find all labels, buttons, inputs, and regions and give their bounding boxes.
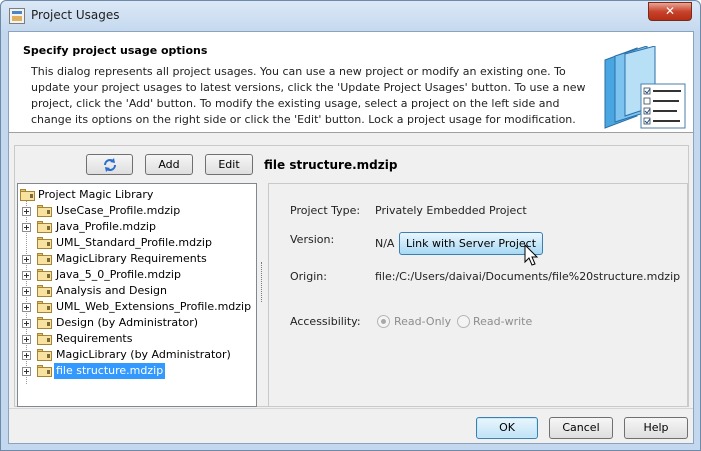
expand-icon[interactable] (22, 303, 31, 312)
header-description: This dialog represents all project usage… (31, 65, 586, 126)
accessibility-label: Accessibility: (290, 315, 361, 328)
tree-item-label: MagicLibrary Requirements (56, 252, 207, 265)
close-button[interactable]: ✕ (648, 2, 692, 21)
tree-item[interactable]: UseCase_Profile.mdzip (18, 203, 256, 219)
tree-item-label: Analysis and Design (56, 284, 167, 297)
folder-icon (37, 301, 52, 313)
tree-item-label: file structure.mdzip (54, 363, 166, 379)
version-label: Version: (290, 233, 335, 246)
edit-button[interactable]: Edit (205, 154, 253, 175)
usage-properties-panel: Project Type: Privately Embedded Project… (268, 183, 688, 407)
project-usage-illustration-icon (604, 46, 686, 129)
folder-icon (37, 221, 52, 233)
tree-item[interactable]: UML_Web_Extensions_Profile.mdzip (18, 299, 256, 315)
header-title: Specify project usage options (23, 44, 208, 57)
origin-label: Origin: (290, 270, 327, 283)
folder-icon (37, 269, 52, 281)
tree-item-label: Java_5_0_Profile.mdzip (56, 268, 181, 281)
read-only-radio[interactable] (377, 315, 390, 328)
title-bar[interactable]: Project Usages ✕ (1, 1, 700, 31)
selected-project-name: file structure.mdzip (264, 158, 398, 172)
tree-item[interactable]: Requirements (18, 331, 256, 347)
ok-button[interactable]: OK (476, 417, 538, 439)
folder-icon (37, 365, 52, 377)
folder-icon (37, 333, 52, 345)
project-usages-dialog: Project Usages ✕ Specify project usage o… (0, 0, 701, 451)
tree-item-label: UML_Standard_Profile.mdzip (56, 236, 212, 249)
cancel-button[interactable]: Cancel (549, 417, 613, 439)
expand-icon[interactable] (22, 255, 31, 264)
folder-icon (37, 237, 52, 249)
tree-item-label: UML_Web_Extensions_Profile.mdzip (56, 300, 252, 313)
tree-item[interactable]: Design (by Administrator) (18, 315, 256, 331)
dialog-body: Specify project usage options This dialo… (8, 31, 694, 444)
tree-item-label: UseCase_Profile.mdzip (56, 204, 181, 217)
panel-splitter[interactable] (261, 262, 263, 302)
folder-icon (37, 205, 52, 217)
tree-item-label: Requirements (56, 332, 133, 345)
tree-item-label: MagicLibrary (by Administrator) (56, 348, 231, 361)
project-type-value: Privately Embedded Project (375, 204, 527, 217)
link-with-server-project-button[interactable]: Link with Server Project (399, 232, 543, 255)
tree-item-selected[interactable]: file structure.mdzip (18, 363, 256, 379)
folder-icon (37, 317, 52, 329)
folder-icon (37, 253, 52, 265)
expand-icon[interactable] (22, 271, 31, 280)
expand-icon[interactable] (22, 223, 31, 232)
dialog-header: Specify project usage options This dialo… (9, 32, 693, 133)
expand-icon[interactable] (22, 367, 31, 376)
app-icon (9, 8, 25, 24)
tree-item[interactable]: Analysis and Design (18, 283, 256, 299)
tree-item-label: Design (by Administrator) (56, 316, 199, 329)
update-project-usages-button[interactable] (86, 154, 133, 175)
tree-item[interactable]: Java_5_0_Profile.mdzip (18, 267, 256, 283)
tree-item[interactable]: UML_Standard_Profile.mdzip (18, 235, 256, 251)
folder-icon (37, 349, 52, 361)
help-button[interactable]: Help (624, 417, 688, 439)
project-usage-tree[interactable]: Project Magic Library UseCase_Profile.md… (17, 183, 257, 407)
expand-icon[interactable] (22, 351, 31, 360)
mouse-pointer-icon (524, 244, 539, 266)
folder-icon (20, 189, 35, 201)
expand-icon[interactable] (22, 319, 31, 328)
tree-item-label: Java_Profile.mdzip (56, 220, 156, 233)
expand-icon[interactable] (22, 287, 31, 296)
close-icon: ✕ (664, 4, 676, 18)
window-title: Project Usages (31, 8, 120, 22)
tree-item[interactable]: Java_Profile.mdzip (18, 219, 256, 235)
tree-item[interactable]: MagicLibrary (by Administrator) (18, 347, 256, 363)
tree-root-label: Project Magic Library (38, 188, 154, 201)
add-button[interactable]: Add (145, 154, 193, 175)
read-write-radio[interactable] (457, 315, 470, 328)
project-type-label: Project Type: (290, 204, 361, 217)
read-write-label: Read-write (473, 315, 533, 328)
expand-icon[interactable] (22, 207, 31, 216)
origin-value: file:/C:/Users/daivai/Documents/file%20s… (375, 270, 681, 283)
version-value: N/A (375, 237, 395, 250)
folder-icon (37, 285, 52, 297)
tree-item[interactable]: MagicLibrary Requirements (18, 251, 256, 267)
refresh-icon (103, 158, 116, 172)
expand-icon[interactable] (22, 335, 31, 344)
footer-divider (9, 408, 693, 409)
read-only-label: Read-Only (394, 315, 452, 328)
